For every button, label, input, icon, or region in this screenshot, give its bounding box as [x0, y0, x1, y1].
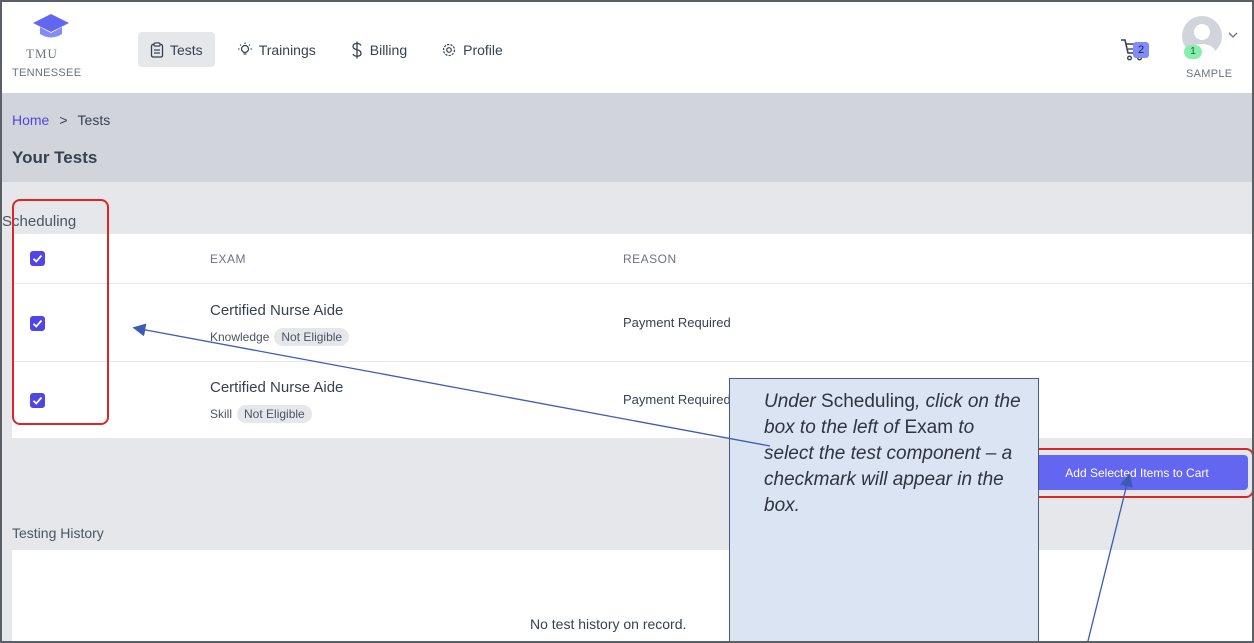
exam-component-type: Knowledge [210, 330, 270, 344]
page-title: Your Tests [12, 148, 98, 167]
exam-component: Skill Not Eligible [210, 405, 312, 423]
eligibility-badge: Not Eligible [274, 328, 350, 346]
nav-profile[interactable]: Profile [429, 32, 515, 67]
breadcrumb-separator: > [59, 112, 68, 128]
column-header-exam: EXAM [210, 252, 247, 266]
dollar-icon [352, 41, 362, 58]
exam-component-type: Skill [210, 407, 233, 421]
nav-billing-label: Billing [369, 41, 408, 58]
nav-profile-label: Profile [463, 41, 503, 58]
exam-name: Certified Nurse Aide [210, 379, 344, 396]
scheduling-table: EXAM REASON Certified Nurse Aide Knowled… [12, 234, 1252, 439]
chevron-down-icon[interactable] [1228, 32, 1238, 39]
testing-history-label: Testing History [12, 525, 104, 541]
annotation-bracket-button [1019, 448, 1252, 498]
user-name: SAMPLE [1186, 68, 1233, 80]
reason-text: Payment Required [623, 392, 731, 407]
nav-trainings-label: Trainings [258, 41, 316, 58]
nav-trainings[interactable]: Trainings [225, 32, 328, 67]
nav-tests[interactable]: Tests [138, 32, 215, 67]
lightbulb-icon [237, 42, 252, 55]
table-row: Certified Nurse Aide Skill Not Eligible … [12, 362, 1252, 439]
eligibility-badge: Not Eligible [237, 405, 312, 423]
clipboard-icon [150, 41, 164, 58]
logo[interactable]: TMU TENNESSEE [12, 12, 92, 92]
main-nav: Tests Trainings Billing Profile [138, 32, 515, 67]
exam-name: Certified Nurse Aide [210, 302, 344, 319]
logo-state-text: TENNESSEE [12, 67, 82, 79]
gear-icon [443, 43, 456, 56]
logo-tmu-text: TMU [26, 46, 58, 61]
cart-count-badge: 2 [1133, 42, 1149, 58]
instruction-callout: Under Scheduling, click on the box to th… [729, 378, 1039, 641]
app-frame: TMU TENNESSEE Tests Trainings Billing Pr… [0, 0, 1254, 643]
callout-keyword-scheduling: Scheduling [821, 391, 916, 412]
callout-keyword-exam: Exam [904, 417, 954, 438]
nav-tests-label: Tests [170, 41, 203, 58]
top-header: TMU TENNESSEE Tests Trainings Billing Pr… [2, 2, 1252, 94]
breadcrumb: Home > Tests [12, 112, 110, 128]
breadcrumb-home-link[interactable]: Home [12, 112, 49, 128]
table-row: Certified Nurse Aide Knowledge Not Eligi… [12, 285, 1252, 362]
annotation-bracket-checkboxes [12, 199, 109, 425]
empty-history-message: No test history on record. [530, 616, 687, 632]
reason-text: Payment Required [623, 315, 731, 330]
breadcrumb-current: Tests [77, 112, 111, 128]
user-notification-badge: 1 [1184, 45, 1202, 59]
callout-text-1: Under [764, 391, 822, 412]
nav-billing[interactable]: Billing [338, 32, 419, 67]
graduation-cap-icon [33, 14, 69, 38]
exam-component: Knowledge Not Eligible [210, 328, 350, 346]
page-header: Home > Tests Your Tests [2, 94, 1252, 182]
column-header-reason: REASON [623, 252, 677, 266]
table-header: EXAM REASON [12, 234, 1252, 284]
